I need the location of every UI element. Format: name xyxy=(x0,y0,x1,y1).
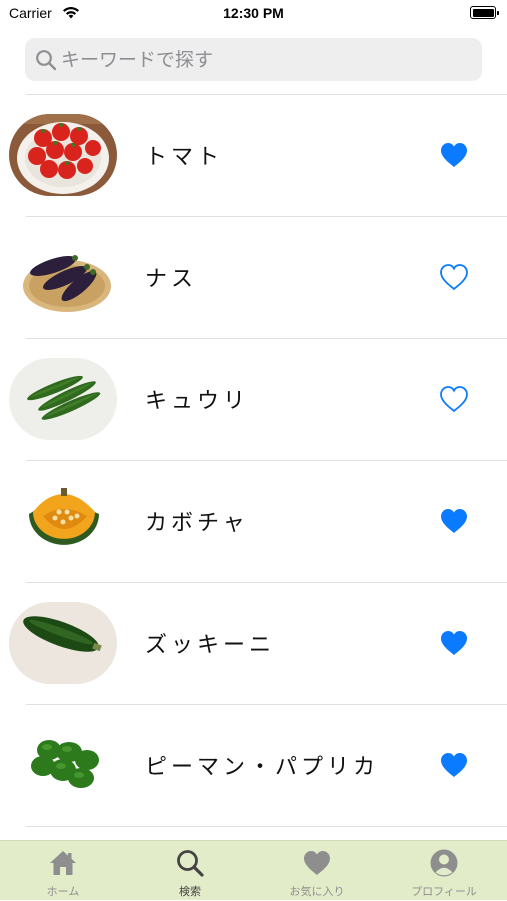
list-item[interactable]: ピーマン・パプリカ xyxy=(0,704,507,826)
favorite-heart-icon[interactable] xyxy=(439,141,469,169)
cucumber-image xyxy=(9,358,117,440)
pumpkin-image xyxy=(9,480,117,562)
favorite-heart-icon[interactable] xyxy=(439,507,469,535)
list-item[interactable]: カボチャ xyxy=(0,460,507,582)
tab-label: お気に入り xyxy=(289,885,345,898)
tab-search[interactable]: 検索 xyxy=(127,841,253,901)
heart-icon xyxy=(304,851,330,875)
list-item[interactable]: キュウリ xyxy=(0,338,507,460)
favorite-heart-outline-icon[interactable] xyxy=(439,263,469,291)
list-item-divider xyxy=(0,826,507,838)
tab-bar: ホーム 検索 お気に入り プロフィール xyxy=(0,840,507,900)
zucchini-image xyxy=(9,602,117,684)
tab-favorites[interactable]: お気に入り xyxy=(254,841,380,901)
favorite-heart-icon[interactable] xyxy=(439,751,469,779)
vegetable-list: トマト ナス キュウリ カボチャ ズッキーニ ピーマン・パプリカ xyxy=(0,94,507,838)
green-pepper-image xyxy=(9,724,117,806)
search-bar[interactable] xyxy=(25,38,482,81)
tab-label: ホーム xyxy=(46,885,80,898)
tab-label: 検索 xyxy=(179,885,201,898)
item-name: ナス xyxy=(145,267,198,292)
item-name: カボチャ xyxy=(145,511,249,536)
status-bar: Carrier 12:30 PM xyxy=(0,0,507,28)
list-item[interactable]: ズッキーニ xyxy=(0,582,507,704)
home-icon xyxy=(50,851,76,875)
search-icon xyxy=(36,50,57,71)
search-input[interactable] xyxy=(61,38,471,81)
item-name: ズッキーニ xyxy=(145,633,276,658)
favorite-heart-outline-icon[interactable] xyxy=(439,385,469,413)
eggplant-image xyxy=(9,236,117,318)
battery-icon xyxy=(470,6,499,19)
list-item[interactable]: ナス xyxy=(0,216,507,338)
tab-label: プロフィール xyxy=(411,885,477,898)
item-name: トマト xyxy=(145,145,224,170)
tomato-image xyxy=(9,114,117,196)
tab-profile[interactable]: プロフィール xyxy=(381,841,507,901)
profile-icon xyxy=(430,849,458,877)
favorite-heart-icon[interactable] xyxy=(439,629,469,657)
clock: 12:30 PM xyxy=(223,5,284,21)
search-icon xyxy=(177,850,204,877)
item-name: キュウリ xyxy=(145,389,250,414)
item-name: ピーマン・パプリカ xyxy=(145,755,380,780)
list-item[interactable]: トマト xyxy=(0,94,507,216)
tab-home[interactable]: ホーム xyxy=(0,841,126,901)
